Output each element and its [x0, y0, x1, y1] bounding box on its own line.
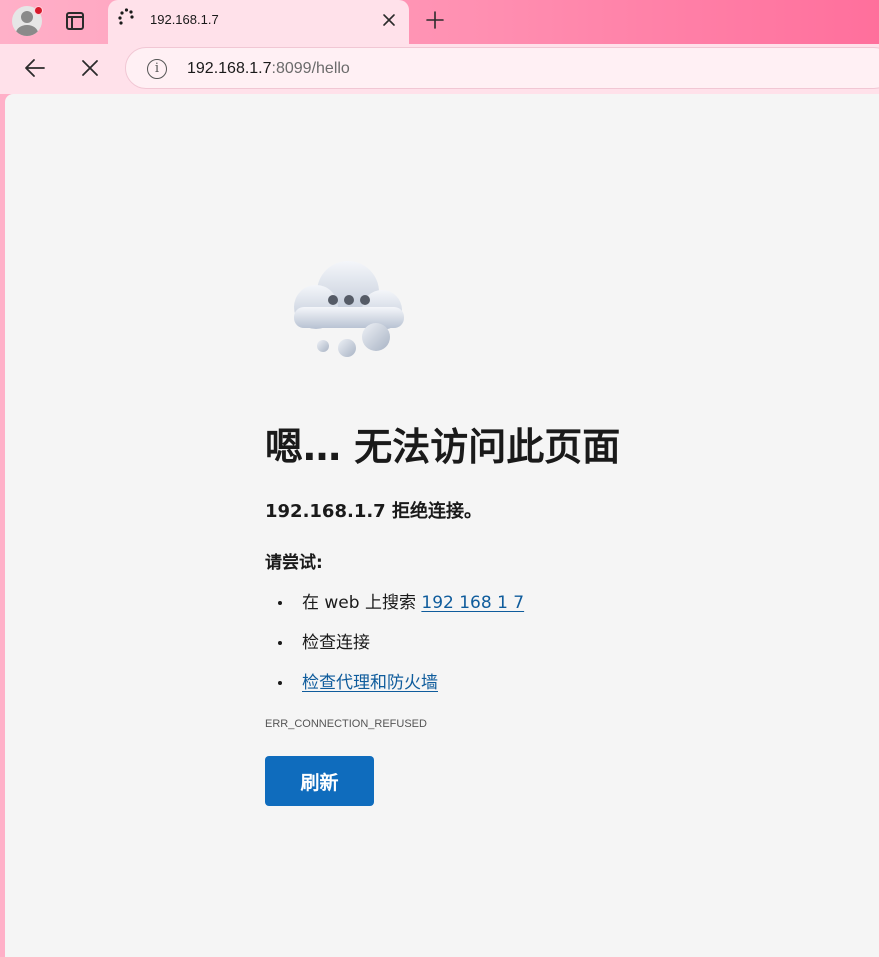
try-label: 请尝试: — [265, 553, 323, 573]
page-content: 嗯… 无法访问此页面 192.168.1.7 拒绝连接。 请尝试: 在 web … — [5, 94, 879, 957]
url-text[interactable]: 192.168.1.7:8099/hello — [187, 60, 350, 78]
search-web-link[interactable]: 192 168 1 7 — [421, 593, 524, 613]
tab-title: 192.168.1.7 — [150, 12, 219, 27]
error-code: ERR_CONNECTION_REFUSED — [265, 718, 427, 730]
error-main: 嗯… 无法访问此页面 192.168.1.7 拒绝连接。 请尝试: 在 web … — [265, 424, 825, 806]
error-description: 192.168.1.7 拒绝连接。 — [265, 501, 482, 522]
bullet — [278, 601, 282, 605]
check-proxy-link[interactable]: 检查代理和防火墙 — [302, 673, 438, 693]
arrow-left-icon[interactable] — [22, 55, 48, 81]
page-title: 嗯… 无法访问此页面 — [265, 425, 621, 469]
tab-strip: 192.168.1.7 — [0, 0, 879, 44]
loading-spinner-icon — [118, 8, 134, 25]
plus-icon[interactable] — [424, 9, 446, 31]
suggestion-check-proxy: 检查代理和防火墙 — [265, 672, 825, 712]
toolbar: i 192.168.1.7:8099/hello — [0, 44, 879, 94]
suggestion-check-connection-text: 检查连接 — [302, 633, 370, 653]
suggestion-search-prefix: 在 web 上搜索 — [302, 593, 422, 613]
bullet — [278, 681, 282, 685]
close-icon[interactable] — [380, 11, 398, 29]
info-icon[interactable]: i — [147, 59, 167, 79]
address-bar[interactable]: i 192.168.1.7:8099/hello — [125, 47, 879, 89]
notification-dot — [34, 6, 43, 15]
url-host: 192.168.1.7 — [187, 60, 272, 77]
cloud-offline-icon — [294, 261, 404, 357]
stop-x-icon[interactable] — [77, 55, 103, 81]
suggestion-list: 在 web 上搜索 192 168 1 7 检查连接 检查代理和防火墙 — [265, 592, 825, 712]
bullet — [278, 641, 282, 645]
suggestion-search: 在 web 上搜索 192 168 1 7 — [265, 592, 825, 632]
tab-active[interactable]: 192.168.1.7 — [108, 0, 409, 44]
suggestion-check-connection: 检查连接 — [265, 632, 825, 672]
url-path: :8099/hello — [271, 60, 350, 77]
tab-actions-icon[interactable] — [62, 9, 88, 33]
refresh-button[interactable]: 刷新 — [265, 756, 374, 806]
